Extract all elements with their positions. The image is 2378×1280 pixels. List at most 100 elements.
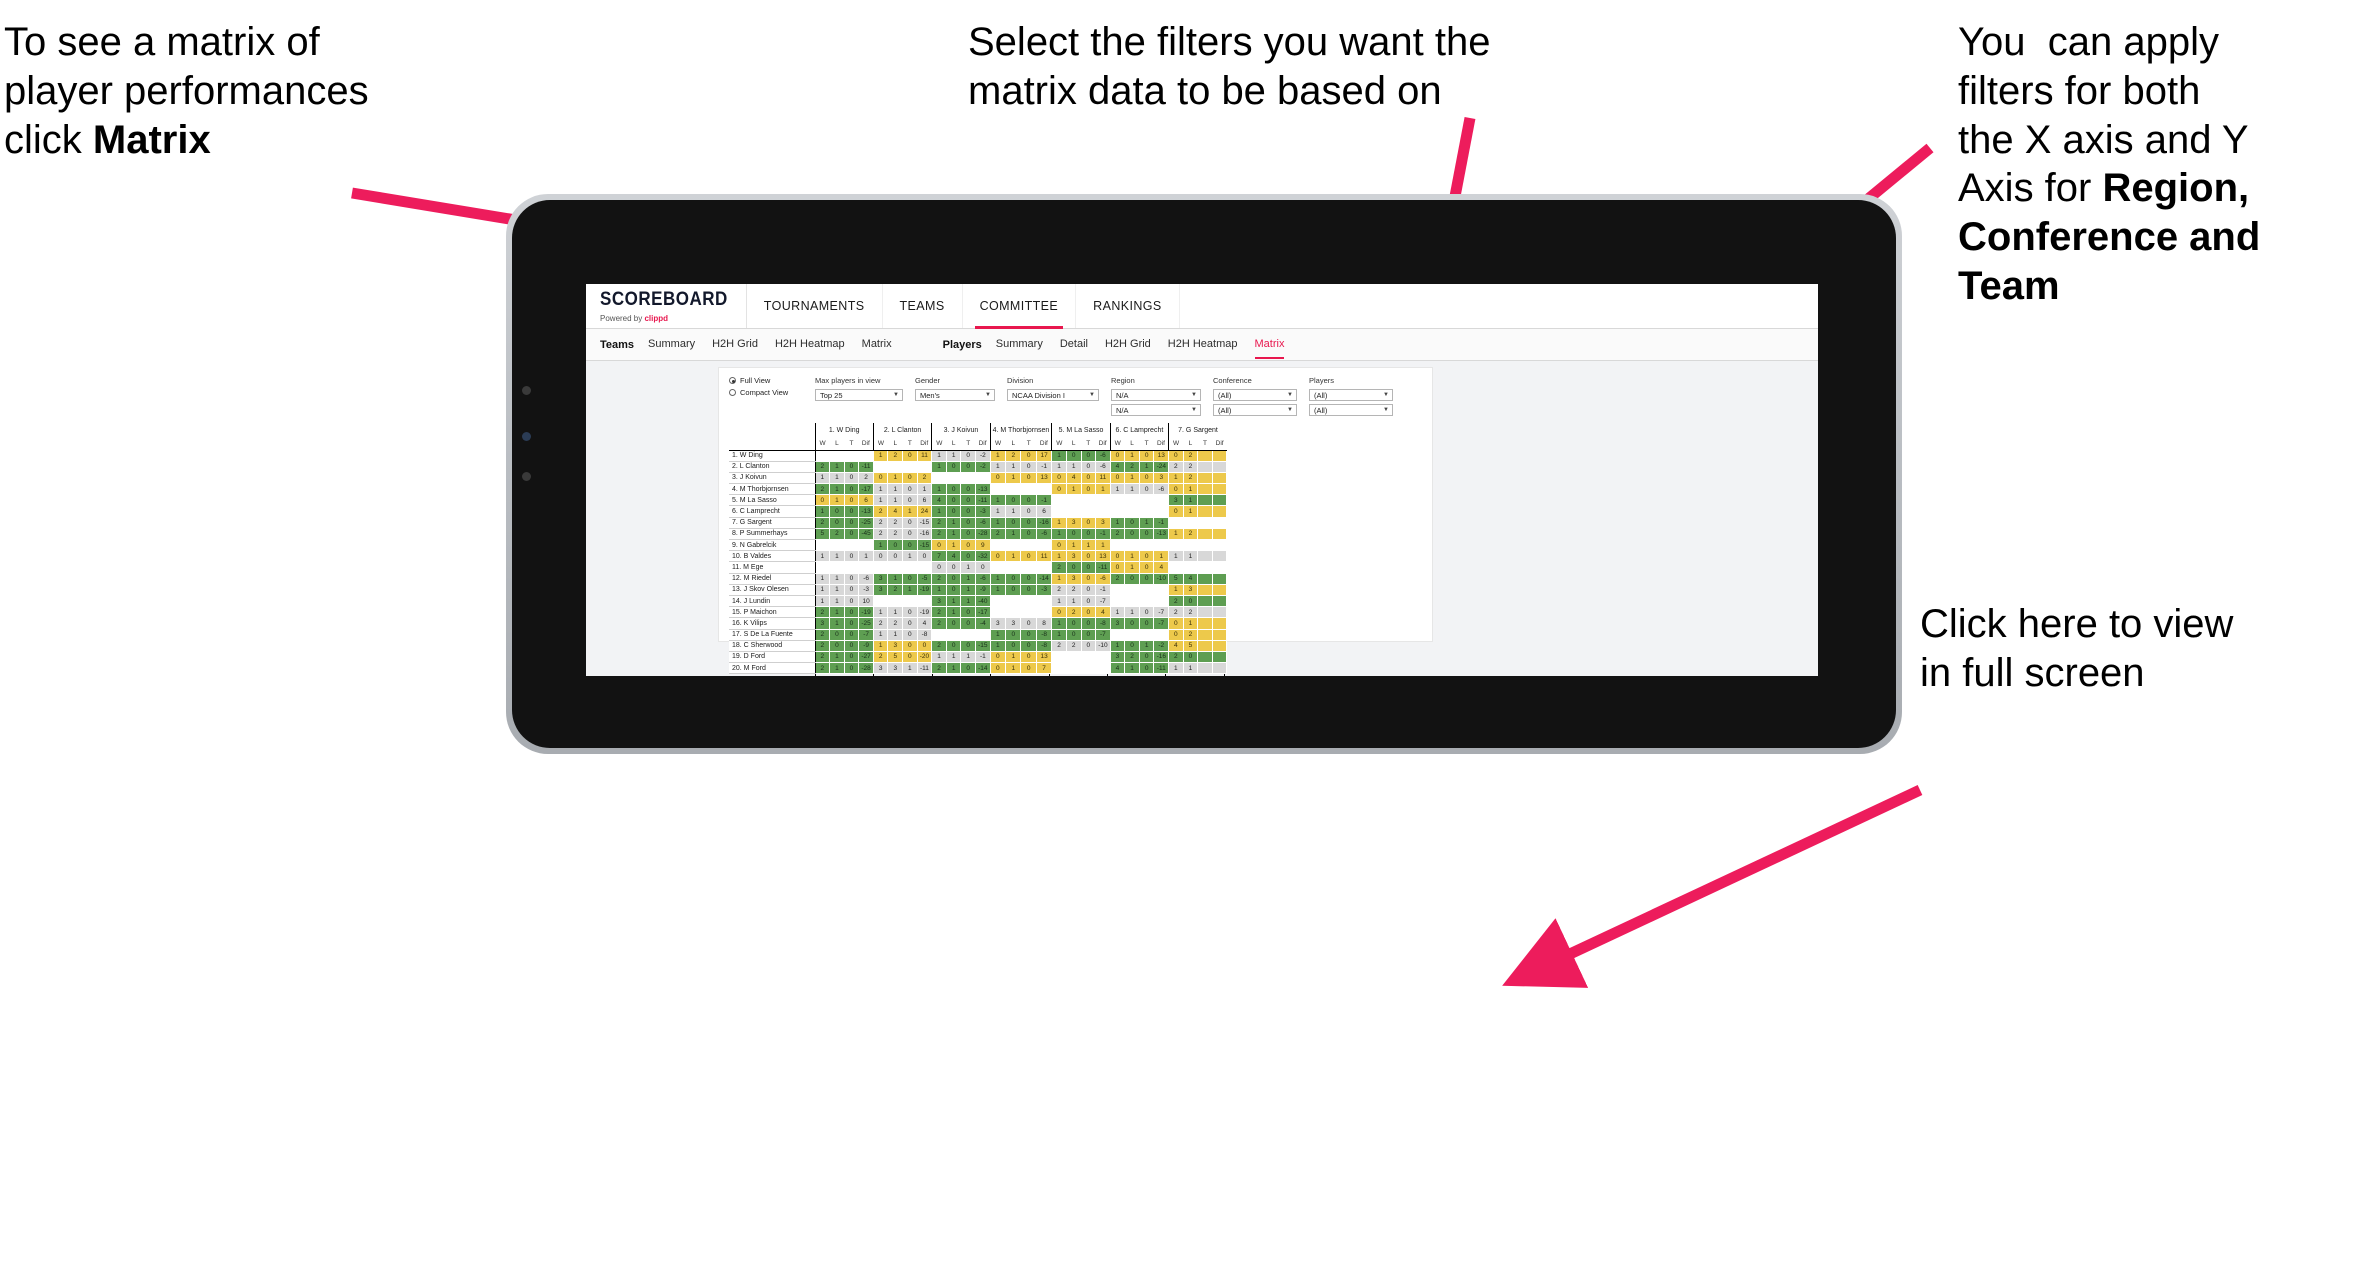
matrix-cell[interactable]: 1 [829,550,845,563]
matrix-cell[interactable]: 1 [946,651,962,664]
tab-teams-h2h-grid[interactable]: H2H Grid [712,338,758,352]
matrix-cell[interactable]: 1 [829,461,845,473]
matrix-cell[interactable]: -7 [1153,606,1170,619]
matrix-row-label[interactable]: 14. J Lundin [729,595,815,608]
matrix-cell[interactable]: -1 [1095,584,1111,596]
matrix-cell[interactable]: 2 [1124,461,1140,473]
matrix-cell[interactable]: 2 [829,528,845,541]
matrix-cell[interactable]: 0 [1081,640,1097,652]
matrix-cell[interactable]: 3 [814,617,831,630]
matrix-cell[interactable]: 3 [1109,651,1126,664]
matrix-row-label[interactable]: 17. S De La Fuente [729,629,815,641]
matrix-cell[interactable]: 0 [946,494,962,507]
matrix-cell[interactable]: 0 [960,617,977,630]
matrix-cell[interactable]: 0 [844,595,860,608]
matrix-cell[interactable]: 0 [975,561,991,574]
matrix-cell[interactable]: 0 [1139,651,1155,664]
matrix-cell[interactable] [1197,528,1213,541]
matrix-cell[interactable]: -17 [858,483,874,496]
matrix-cell[interactable]: 0 [960,539,977,552]
matrix-cell[interactable]: 2 [931,640,947,652]
matrix-cell[interactable]: 1 [829,573,845,585]
matrix-cell[interactable]: 0 [1005,584,1022,596]
select-max-players[interactable]: Top 25 ▼ [815,389,903,401]
matrix-cell[interactable]: -14 [1036,573,1053,585]
matrix-cell[interactable]: -25 [858,517,874,529]
matrix-cell[interactable]: 0 [844,606,860,619]
matrix-cell[interactable]: 1 [872,494,889,507]
matrix-cell[interactable]: 0 [1183,595,1199,608]
matrix-cell[interactable] [1066,505,1082,518]
matrix-cell[interactable]: 1 [1109,640,1126,652]
matrix-cell[interactable]: 0 [844,528,860,541]
matrix-cell[interactable]: 0 [1066,629,1082,641]
nav-item-tournaments[interactable]: TOURNAMENTS [747,284,883,328]
matrix-cell[interactable]: -2 [975,450,991,462]
matrix-cell[interactable]: 1 [1051,550,1067,563]
matrix-cell[interactable] [1212,651,1228,664]
matrix-cell[interactable]: 1 [814,505,831,518]
matrix-cell[interactable]: 1 [1124,450,1140,462]
matrix-cell[interactable] [1139,539,1155,552]
matrix-cell[interactable] [844,450,860,462]
matrix-cell[interactable] [1212,550,1228,563]
matrix-cell[interactable] [902,561,918,574]
matrix-cell[interactable]: 0 [946,640,962,652]
matrix-cell[interactable] [1197,550,1213,563]
matrix-cell[interactable]: 2 [1005,450,1022,462]
matrix-cell[interactable] [844,561,860,574]
matrix-cell[interactable]: 0 [1051,539,1067,552]
matrix-cell[interactable]: 1 [902,584,918,596]
matrix-cell[interactable]: 1 [1095,539,1111,552]
matrix-cell[interactable]: 2 [1066,606,1082,619]
matrix-cell[interactable] [1005,561,1022,574]
matrix-cell[interactable] [1109,494,1126,507]
matrix-cell[interactable]: 1 [1051,629,1067,641]
matrix-cell[interactable]: 0 [902,573,918,585]
matrix-cell[interactable]: 1 [989,505,1007,518]
matrix-cell[interactable]: 1 [1139,461,1155,473]
matrix-cell[interactable]: 0 [844,550,860,563]
matrix-cell[interactable]: 0 [829,629,845,641]
matrix-cell[interactable]: 0 [1066,450,1082,462]
matrix-cell[interactable]: 4 [887,505,904,518]
matrix-cell[interactable]: 1 [829,651,845,664]
matrix-cell[interactable]: 0 [902,617,918,630]
matrix-cell[interactable]: 2 [1183,450,1199,462]
matrix-cell[interactable]: 0 [1005,640,1022,652]
matrix-cell[interactable] [1212,472,1228,485]
matrix-column-header[interactable]: 7. G Sargent [1168,423,1227,437]
matrix-cell[interactable]: 3 [1109,617,1126,630]
matrix-cell[interactable]: 2 [931,617,947,630]
matrix-cell[interactable]: 2 [1183,528,1199,541]
matrix-row-label[interactable]: 20. M Ford [729,662,815,675]
matrix-cell[interactable] [960,472,977,485]
matrix-cell[interactable]: 0 [1109,561,1126,574]
matrix-cell[interactable]: -8 [1095,617,1111,630]
matrix-cell[interactable]: -6 [1095,450,1111,462]
tab-teams-summary[interactable]: Summary [648,338,695,352]
matrix-cell[interactable]: 7 [931,550,947,563]
matrix-cell[interactable] [975,472,991,485]
matrix-cell[interactable]: 1 [946,662,962,675]
matrix-cell[interactable]: 13 [1036,651,1053,664]
matrix-cell[interactable] [1139,595,1155,608]
matrix-cell[interactable]: 2 [1051,561,1067,574]
matrix-cell[interactable]: 1 [814,584,831,596]
matrix-cell[interactable]: 1 [872,606,889,619]
matrix-cell[interactable] [858,539,874,552]
matrix-cell[interactable]: 0 [872,472,889,485]
matrix-cell[interactable]: 0 [1081,550,1097,563]
matrix-cell[interactable]: 0 [1020,494,1037,507]
matrix-cell[interactable]: 2 [872,528,889,541]
matrix-cell[interactable]: 1 [1124,606,1140,619]
matrix-cell[interactable] [887,595,904,608]
select-conference-x[interactable]: (All) ▼ [1213,389,1297,401]
matrix-cell[interactable]: 6 [1036,505,1053,518]
matrix-cell[interactable]: 5 [814,528,831,541]
matrix-cell[interactable]: 0 [960,450,977,462]
matrix-cell[interactable]: 0 [1081,606,1097,619]
matrix-cell[interactable]: 0 [946,483,962,496]
matrix-cell[interactable]: -6 [1153,483,1170,496]
matrix-cell[interactable]: -11 [1153,662,1170,675]
